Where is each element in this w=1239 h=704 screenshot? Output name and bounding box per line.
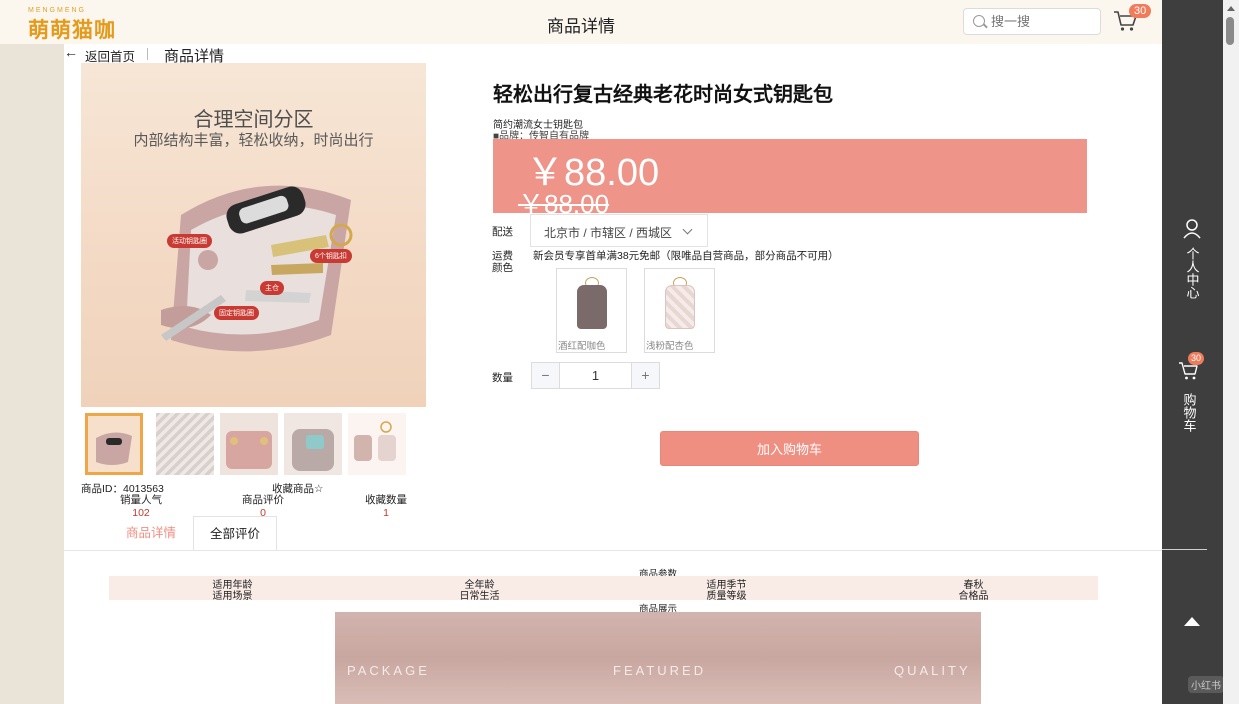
param-key: 质量等级 [706,591,747,602]
favorites-stat: 收藏数量 1 [346,492,426,519]
image-tag: 6个钥匙扣 [310,249,352,263]
favorites-label: 收藏数量 [365,494,407,506]
key-wallet-illustration [161,185,353,352]
add-to-cart-button[interactable]: 加入购物车 [660,431,919,466]
scroll-up-arrow-icon[interactable] [1227,6,1235,11]
fee-text: 新会员专享首单满38元免邮（限唯品自营商品，部分商品不可用） [533,250,839,262]
scrollbar-thumb[interactable] [1226,17,1234,45]
tabs-divider [64,550,1162,551]
search-icon [973,15,985,27]
param-value: 日常生活 [459,591,500,602]
sidebar-cart[interactable]: 30 购物车 [1174,352,1205,432]
increase-button[interactable]: + [631,363,659,388]
banner-word: FEATURED [613,663,707,678]
sidebar-cart-badge: 30 [1188,352,1205,365]
top-header: MENGMENG 萌萌猫咖 商品详情 30 [0,0,1162,44]
thumbnail[interactable] [156,413,214,475]
sidebar-cart-label: 购物车 [1181,393,1197,432]
color-option-label: 浅粉配杏色 [646,341,694,352]
thumbnail[interactable] [220,413,278,475]
back-arrow-icon[interactable]: ← [64,44,78,60]
thumbnail[interactable] [284,413,342,475]
shipping-label: 配送 [492,226,513,238]
banner-word: PACKAGE [347,663,430,678]
quantity-label: 数量 [492,372,513,384]
color-swatch [577,285,607,329]
header-cart-button[interactable]: 30 [1112,4,1152,37]
param-value: 合格品 [958,591,989,602]
image-tag: 固定钥匙圈 [214,306,259,320]
product-title: 轻松出行复古经典老花时尚女式钥匙包 [493,84,833,106]
param-key: 适用场景 [212,591,253,602]
thumbnail-strip [85,413,415,477]
search-input[interactable] [991,12,1091,31]
sidebar-user-center[interactable]: 个人中心 [1180,218,1204,299]
quantity-value[interactable]: 1 [561,368,630,383]
params-table: 适用年龄 全年龄 适用季节 春秋 适用场景 日常生活 质量等级 合格品 [109,576,1098,602]
chevron-down-icon [682,224,693,235]
thumbnail-image [292,429,334,471]
user-center-label: 个人中心 [1184,247,1200,299]
back-to-top-icon[interactable] [1184,617,1200,626]
decrease-button[interactable]: − [532,363,560,388]
thumbnail-image [226,431,272,469]
search-box[interactable] [963,8,1101,35]
shipping-address-value: 北京市 / 市辖区 / 西城区 [544,226,673,240]
breadcrumb-divider [147,48,148,60]
sales-label: 销量人气 [120,494,162,506]
price-panel: ￥88.00 ￥88.00 [493,139,1087,219]
image-subline: 内部结构丰富，轻松收纳，时尚出行 [133,132,374,149]
image-tag: 主仓 [260,281,284,295]
image-headline: 合理空间分区 [193,109,314,131]
color-swatch [665,285,695,329]
favorites-value: 1 [383,507,389,519]
reviews-stat: 商品评价 0 [223,492,303,519]
thumbnail[interactable] [85,413,143,475]
reviews-label: 商品评价 [242,494,284,506]
color-option[interactable]: 酒红配咖色 [556,268,627,353]
thumbnail-image [96,432,132,465]
product-stats: 商品ID：4013563 收藏商品☆ 销量人气 102 商品评价 0 收藏数量 … [81,481,441,519]
shipping-address-select[interactable]: 北京市 / 市辖区 / 西城区 [530,214,708,247]
watermark: 小红书 [1188,676,1224,693]
sales-stat: 销量人气 102 [101,492,181,519]
color-option-label: 酒红配咖色 [558,341,606,352]
image-tag: 活动钥匙圈 [167,234,212,248]
user-icon [1183,219,1201,239]
page-scrollbar[interactable] [1223,0,1239,704]
banner-word: QUALITY [894,663,971,678]
tab-product-detail[interactable]: 商品详情 [109,516,193,551]
tab-all-reviews[interactable]: 全部评价 [193,516,277,551]
quantity-stepper[interactable]: − 1 + [531,362,660,389]
thumbnail-image [354,421,396,461]
showcase-banner: PACKAGE FEATURED QUALITY [335,612,981,704]
color-label: 颜色 [492,262,513,274]
thumbnail[interactable] [348,413,406,475]
sidebar-divider [1162,549,1207,550]
cart-count-badge: 30 [1129,4,1152,18]
color-option[interactable]: 浅粉配杏色 [644,268,715,353]
main-product-image[interactable]: 合理空间分区 内部结构丰富，轻松收纳，时尚出行 活动钥匙圈 6个钥匙扣 主仓 固… [81,63,426,407]
